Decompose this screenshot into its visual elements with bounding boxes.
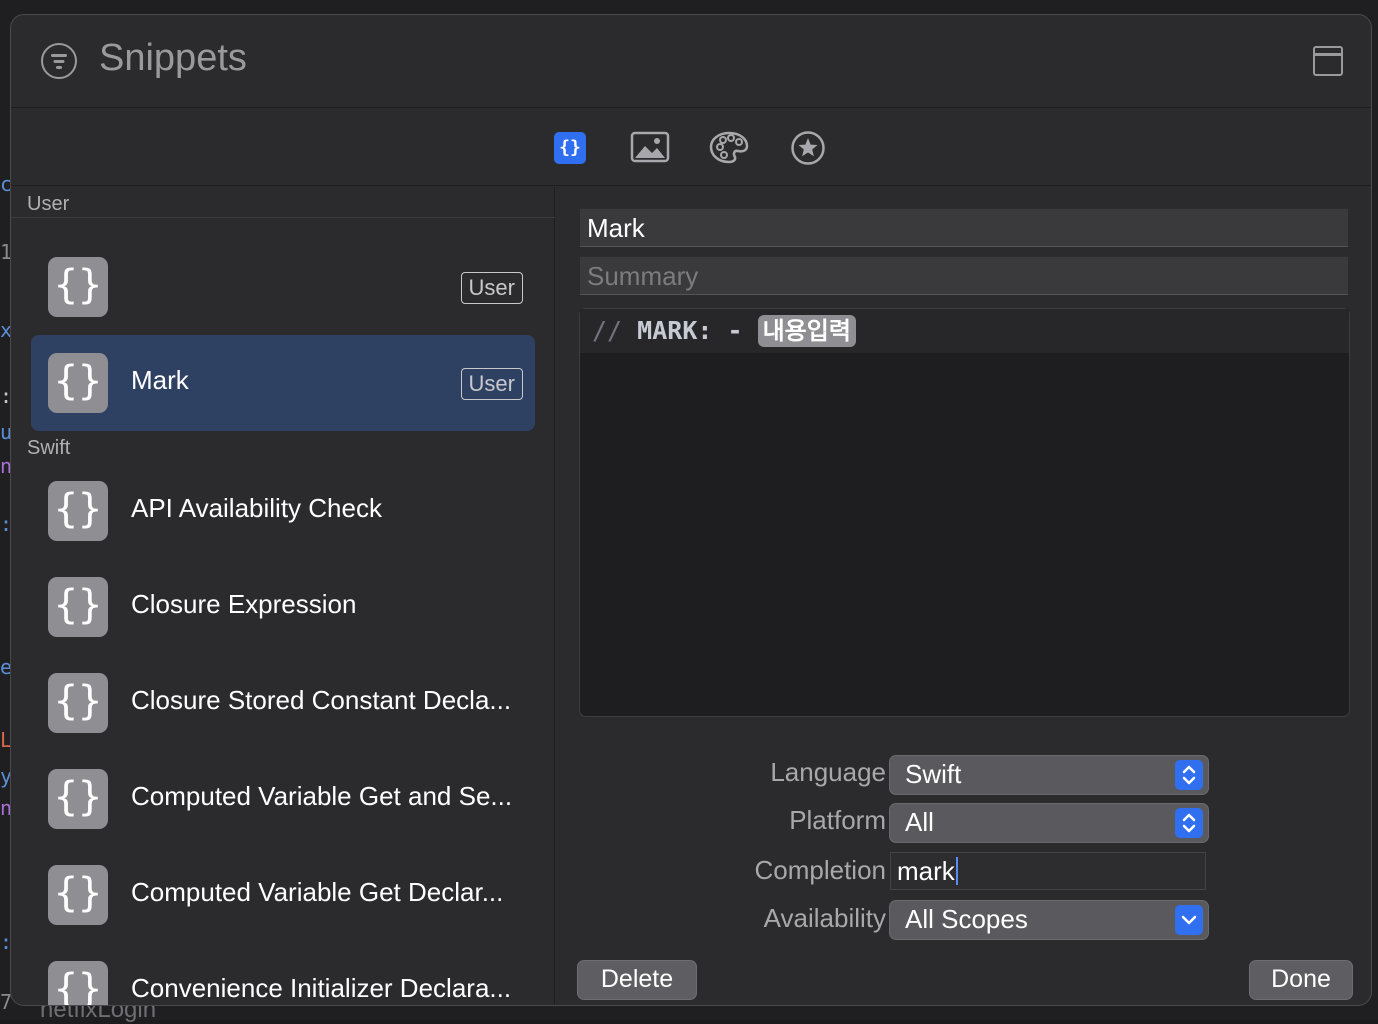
list-item-label: Convenience Initializer Declara... — [131, 973, 512, 1003]
updown-chevron-icon — [1175, 760, 1203, 790]
star-icon[interactable] — [790, 130, 825, 165]
language-label: Language — [770, 757, 886, 787]
snippet-code-editor[interactable]: // MARK: - 내용입력 — [579, 308, 1350, 717]
code-comment-slashes: // — [592, 316, 623, 345]
platform-label: Platform — [789, 805, 886, 835]
list-item-label: Computed Variable Get Declar... — [131, 877, 504, 907]
platform-value: All — [905, 807, 934, 837]
braces-icon: {} — [48, 865, 108, 925]
user-badge: User — [460, 368, 523, 400]
palette-icon[interactable] — [709, 130, 749, 164]
filter-icon[interactable] — [41, 43, 77, 79]
braces-icon: {} — [48, 961, 108, 1005]
layout-icon[interactable] — [1313, 46, 1343, 76]
done-button[interactable]: Done — [1249, 960, 1353, 1000]
list-item-label: Closure Stored Constant Decla... — [131, 685, 512, 715]
availability-popup[interactable]: All Scopes — [889, 900, 1209, 940]
list-item[interactable]: {} API Availability Check — [31, 463, 535, 559]
platform-popup[interactable]: All — [889, 803, 1209, 843]
group-header-user: User — [27, 193, 70, 215]
language-value: Swift — [905, 759, 962, 789]
completion-label: Completion — [754, 855, 886, 885]
list-item-label: Computed Variable Get and Se... — [131, 781, 513, 811]
braces-icon: {} — [48, 673, 108, 733]
title-bar: Snippets — [11, 15, 1371, 108]
window-title: Snippets — [99, 37, 247, 79]
list-item-label: API Availability Check — [131, 493, 382, 523]
image-icon[interactable] — [630, 130, 670, 164]
availability-value: All Scopes — [905, 904, 1028, 934]
list-item[interactable]: {} Closure Stored Constant Decla... — [31, 655, 535, 751]
code-line: // MARK: - 내용입력 — [580, 309, 1349, 353]
user-badge: User — [460, 272, 523, 304]
language-popup[interactable]: Swift — [889, 755, 1209, 795]
braces-icon: {} — [48, 353, 108, 413]
braces-icon: {} — [48, 257, 108, 317]
text-caret — [955, 857, 958, 885]
list-item[interactable]: {} Computed Variable Get and Se... — [31, 751, 535, 847]
code-placeholder-token[interactable]: 내용입력 — [757, 315, 856, 347]
snippet-detail: Mark Summary // MARK: - 내용입력 Language Sw… — [556, 187, 1371, 1005]
availability-label: Availability — [763, 903, 886, 933]
group-header-swift: Swift — [27, 437, 71, 459]
snippets-window: Snippets {} User {} User {} Mark User Sw… — [10, 14, 1372, 1006]
completion-value: mark — [897, 856, 955, 886]
list-item[interactable]: {} Convenience Initializer Declara... — [31, 943, 535, 1005]
snippet-list: User {} User {} Mark User Swift {} API A… — [11, 187, 555, 1005]
snippet-name-field[interactable]: Mark — [580, 209, 1348, 247]
updown-chevron-icon — [1175, 808, 1203, 838]
braces-icon: {} — [48, 577, 108, 637]
list-item-mark[interactable]: {} Mark User — [31, 335, 535, 431]
snippet-summary-field[interactable]: Summary — [580, 257, 1348, 295]
delete-button[interactable]: Delete — [577, 960, 697, 1000]
list-item-label: Mark — [131, 365, 189, 395]
list-item-user-snippet[interactable]: {} User — [31, 239, 535, 335]
list-item-label: Closure Expression — [131, 589, 357, 619]
completion-field[interactable]: mark — [890, 852, 1206, 890]
braces-icon: {} — [48, 481, 108, 541]
group-divider — [11, 217, 555, 218]
list-item[interactable]: {} Computed Variable Get Declar... — [31, 847, 535, 943]
library-tab-bar: {} — [11, 108, 1371, 186]
chevron-down-icon — [1175, 905, 1203, 935]
list-item[interactable]: {} Closure Expression — [31, 559, 535, 655]
braces-icon[interactable]: {} — [554, 132, 586, 164]
braces-icon: {} — [48, 769, 108, 829]
code-mark-keyword: MARK: - — [637, 316, 743, 345]
